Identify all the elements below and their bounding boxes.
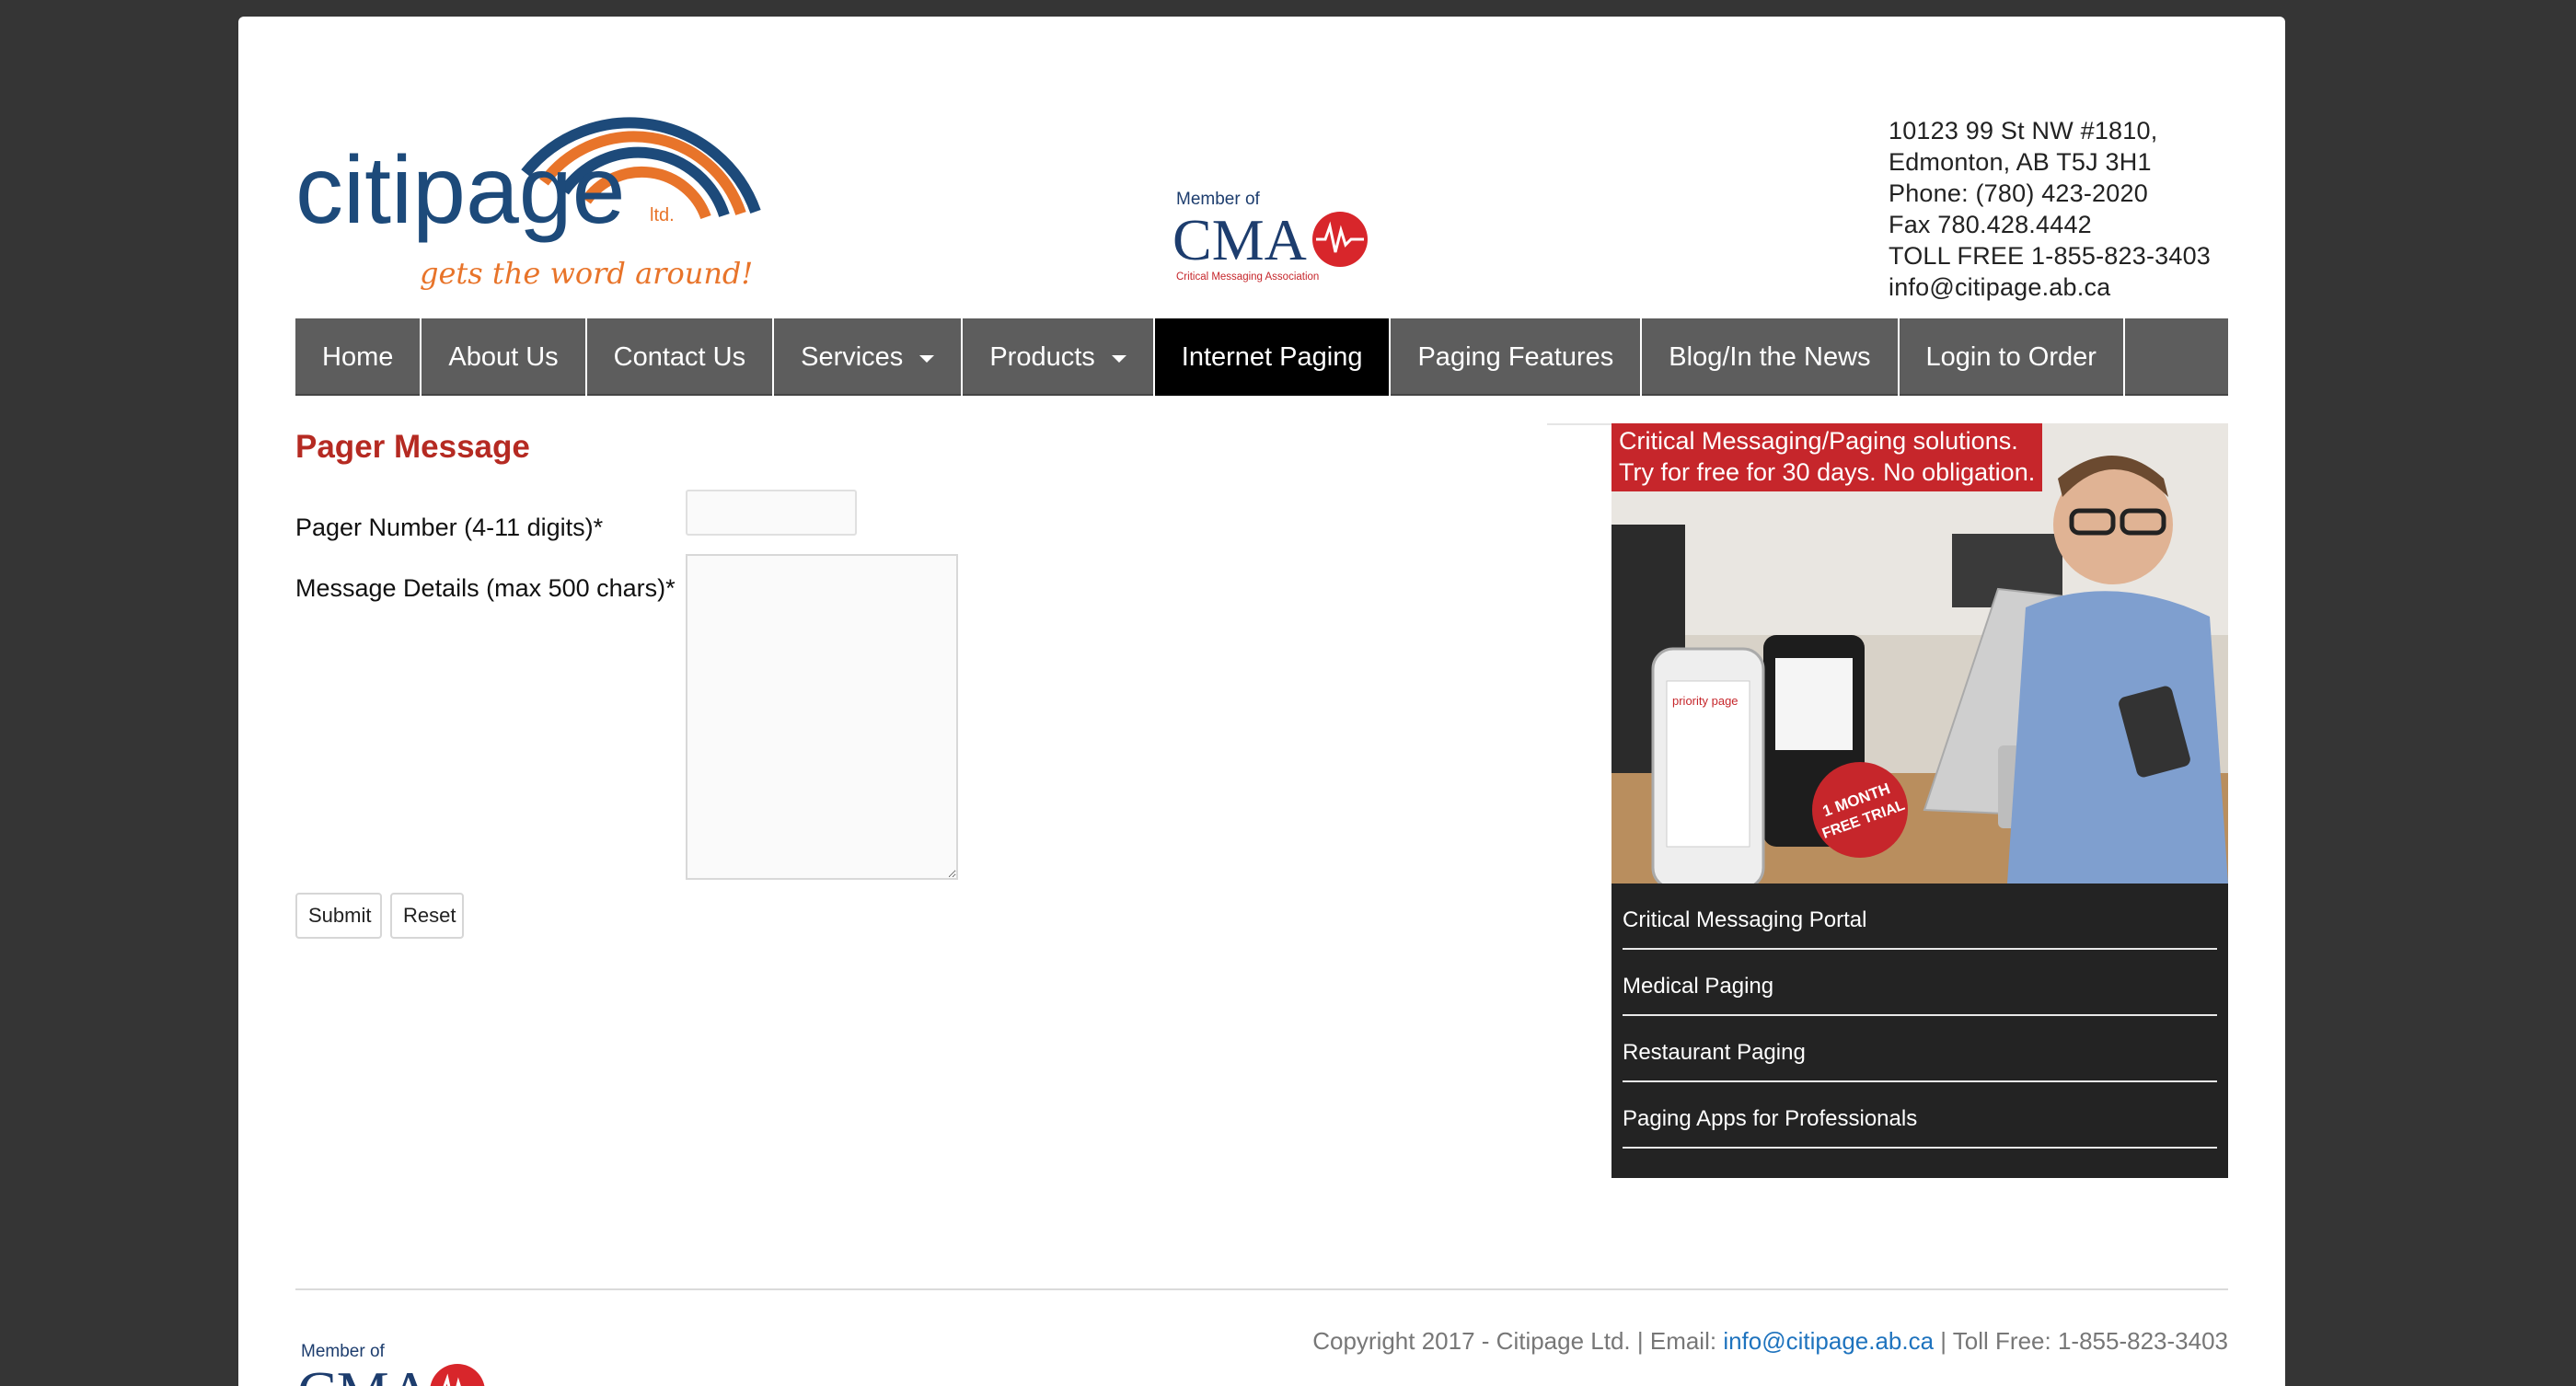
page-title: Pager Message <box>295 429 530 465</box>
promo-banner-image[interactable]: priority page 1 MONTH FREE TRIAL Critica… <box>1611 423 2228 884</box>
nav-home[interactable]: Home <box>295 318 422 396</box>
footer-cma-badge[interactable]: Member of CMA <box>295 1333 485 1386</box>
caret-down-icon <box>1111 355 1126 363</box>
nav-paging-features[interactable]: Paging Features <box>1391 318 1643 396</box>
pager-number-label: Pager Number (4-11 digits)* <box>295 514 604 541</box>
promo-headline-line2: Try for free for 30 days. No obligation. <box>1619 458 2036 486</box>
address-line2: Edmonton, AB T5J 3H1 <box>1889 148 2152 176</box>
footer-divider <box>295 1288 2228 1290</box>
promo-headline-line1: Critical Messaging/Paging solutions. <box>1619 427 2018 455</box>
nav-paging-features-label: Paging Features <box>1417 341 1614 372</box>
nav-products[interactable]: Products <box>963 318 1155 396</box>
address-line1: 10123 99 St NW #1810, <box>1889 117 2158 144</box>
nav-home-label: Home <box>322 341 394 372</box>
footer-cma-graphic: Member of CMA <box>297 1342 485 1386</box>
cma-member-of: Member of <box>1176 190 1261 209</box>
sidebar-divider <box>1547 423 1611 425</box>
nav-login-to-order-label: Login to Order <box>1925 341 2097 372</box>
logo-word: citipage <box>295 137 625 244</box>
cma-badge[interactable]: Member of CMA Critical Messaging Associa… <box>1171 180 1371 291</box>
cma-full-name: Critical Messaging Association <box>1176 271 1319 283</box>
nav-blog-news[interactable]: Blog/In the News <box>1642 318 1900 396</box>
logo-tagline: gets the word around! <box>420 256 753 291</box>
sidebar-link-restaurant-paging[interactable]: Restaurant Paging <box>1623 1016 2217 1082</box>
company-address: 10123 99 St NW #1810, Edmonton, AB T5J 3… <box>1889 115 2211 303</box>
sidebar-link-medical-paging[interactable]: Medical Paging <box>1623 950 2217 1016</box>
nav-contact-us-label: Contact Us <box>613 341 746 372</box>
nav-about-us-label: About Us <box>448 341 559 372</box>
nav-services-label: Services <box>801 341 904 372</box>
citipage-logo[interactable]: citipage ltd. gets the word around! <box>295 74 774 304</box>
cma-badge-graphic: Member of CMA Critical Messaging Associa… <box>1172 190 1368 283</box>
sidebar-link-paging-apps[interactable]: Paging Apps for Professionals <box>1623 1082 2217 1149</box>
main-nav: Home About Us Contact Us Services Produc… <box>295 318 2228 396</box>
address-email[interactable]: info@citipage.ab.ca <box>1889 271 2211 303</box>
sidebar-link-critical-messaging-portal[interactable]: Critical Messaging Portal <box>1623 884 2217 950</box>
nav-about-us[interactable]: About Us <box>422 318 587 396</box>
pager-number-input[interactable] <box>686 490 857 536</box>
reset-button[interactable]: Reset <box>390 893 464 939</box>
logo-ltd: ltd. <box>650 205 675 225</box>
page-container: citipage ltd. gets the word around! Memb… <box>238 17 2285 1386</box>
address-toll-free: TOLL FREE 1-855-823-3403 <box>1889 242 2211 270</box>
nav-blog-news-label: Blog/In the News <box>1669 341 1871 372</box>
phone-brand-text: priority page <box>1672 694 1739 708</box>
submit-button[interactable]: Submit <box>295 893 382 939</box>
caret-down-icon <box>919 355 935 363</box>
footer-email-link[interactable]: info@citipage.ab.ca <box>1723 1327 1934 1355</box>
address-fax: Fax 780.428.4442 <box>1889 211 2092 238</box>
message-details-textarea[interactable] <box>686 554 958 880</box>
nav-contact-us[interactable]: Contact Us <box>587 318 775 396</box>
promo-illustration: priority page 1 MONTH FREE TRIAL <box>1611 423 2228 884</box>
footer-cma-member-of: Member of <box>301 1342 386 1361</box>
footer-cma-acronym: CMA <box>297 1359 432 1386</box>
address-phone: Phone: (780) 423-2020 <box>1889 179 2148 207</box>
nav-internet-paging-label: Internet Paging <box>1181 341 1363 372</box>
promo-headline: Critical Messaging/Paging solutions. Try… <box>1611 423 2043 491</box>
nav-products-label: Products <box>989 341 1095 372</box>
sidebar-links: Critical Messaging Portal Medical Paging… <box>1611 884 2228 1178</box>
message-details-label: Message Details (max 500 chars)* <box>295 574 676 602</box>
cma-acronym: CMA <box>1172 207 1307 272</box>
nav-internet-paging[interactable]: Internet Paging <box>1154 318 1392 396</box>
copyright-prefix: Copyright 2017 - Citipage Ltd. | Email: <box>1312 1327 1724 1355</box>
footer-copyright: Copyright 2017 - Citipage Ltd. | Email: … <box>1312 1327 2228 1356</box>
citipage-logo-graphic: citipage ltd. gets the word around! <box>295 117 761 291</box>
nav-login-to-order[interactable]: Login to Order <box>1900 318 2125 396</box>
nav-services[interactable]: Services <box>774 318 964 396</box>
copyright-toll-free: | Toll Free: 1-855-823-3403 <box>1934 1327 2228 1355</box>
